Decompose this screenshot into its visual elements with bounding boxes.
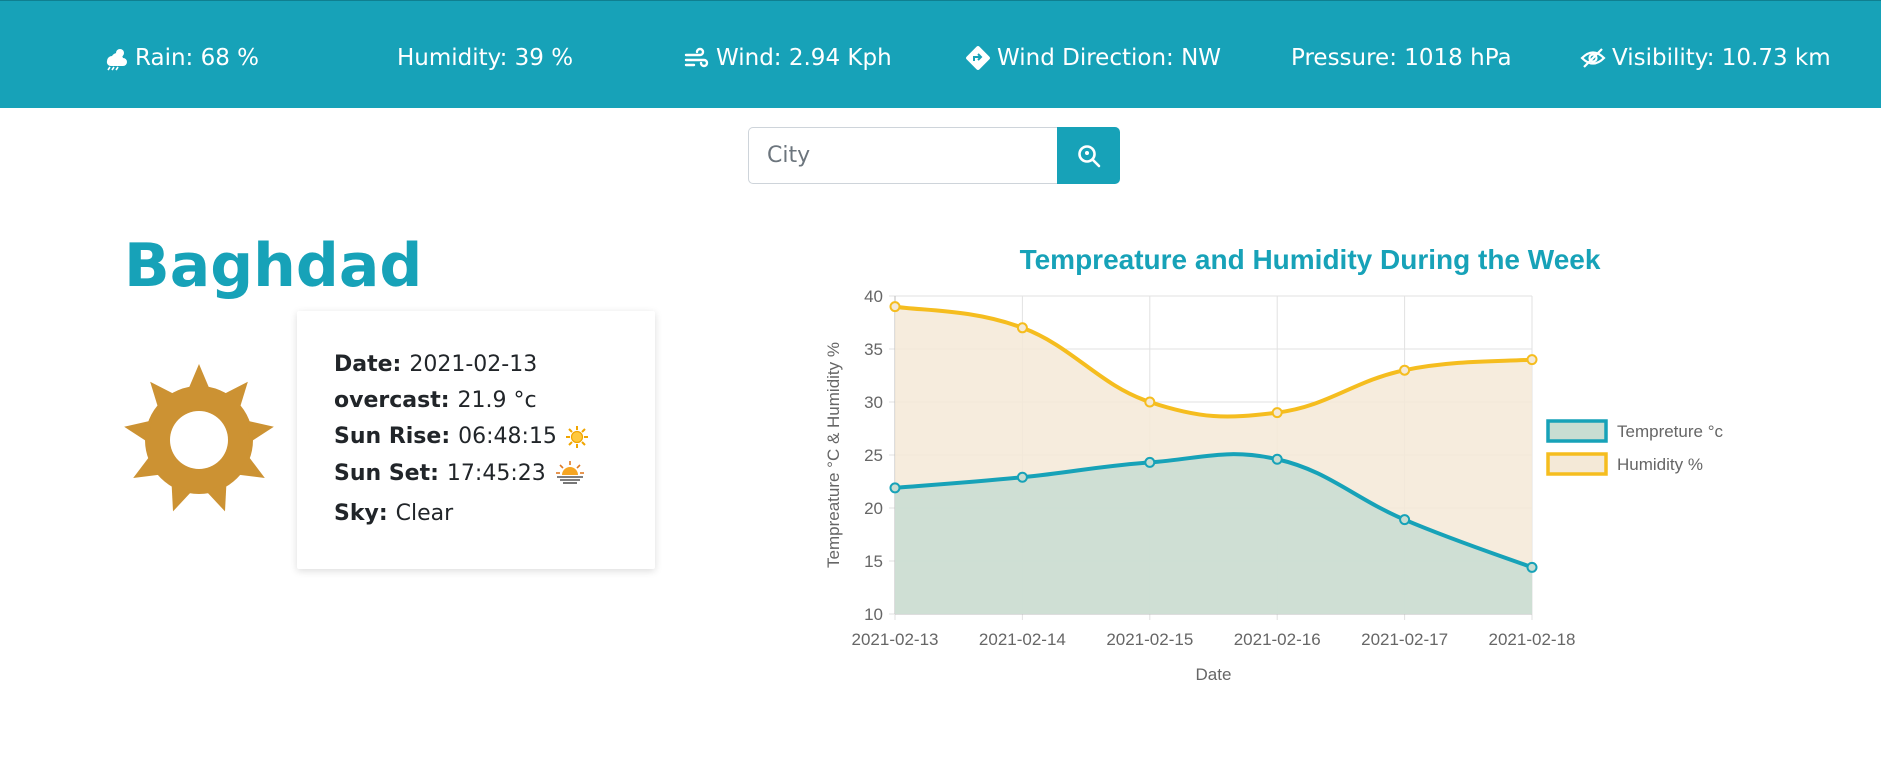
cloud-rain-icon bbox=[103, 45, 129, 71]
y-tick-label: 20 bbox=[864, 499, 883, 518]
weather-details-card: Date: 2021-02-13 overcast: 21.9 °c Sun R… bbox=[297, 311, 655, 569]
y-tick-label: 25 bbox=[864, 446, 883, 465]
x-tick-label: 2021-02-17 bbox=[1361, 630, 1448, 649]
sunrise-label: Sun Rise: bbox=[334, 424, 451, 449]
city-search-input[interactable] bbox=[748, 127, 1057, 184]
overcast-row: overcast: 21.9 °c bbox=[334, 388, 537, 413]
y-axis-label: Tempreature °C & Humidity % bbox=[824, 342, 843, 568]
legend-swatch bbox=[1546, 419, 1608, 443]
eye-slash-icon bbox=[1580, 45, 1606, 71]
visibility-stat: Visibility: 10.73 km bbox=[1580, 41, 1831, 75]
city-search bbox=[748, 127, 1120, 184]
y-tick-label: 30 bbox=[864, 393, 883, 412]
wind-direction-stat: Wind Direction: NW bbox=[965, 41, 1221, 75]
x-tick-label: 2021-02-18 bbox=[1489, 630, 1576, 649]
data-point bbox=[889, 482, 901, 494]
sunrise-value: 06:48:15 bbox=[458, 424, 557, 449]
visibility-value: Visibility: 10.73 km bbox=[1612, 45, 1831, 71]
y-tick-label: 15 bbox=[864, 552, 883, 571]
x-tick-label: 2021-02-16 bbox=[1234, 630, 1321, 649]
y-tick-label: 35 bbox=[864, 340, 883, 359]
wind-value: Wind: 2.94 Kph bbox=[716, 45, 892, 71]
direction-sign-icon bbox=[965, 45, 991, 71]
wind-stat: Wind: 2.94 Kph bbox=[684, 41, 892, 75]
overcast-label: overcast: bbox=[334, 388, 450, 413]
data-point bbox=[1144, 396, 1156, 408]
date-row: Date: 2021-02-13 bbox=[334, 352, 537, 377]
sky-row: Sky: Clear bbox=[334, 501, 453, 526]
data-point bbox=[1144, 456, 1156, 468]
temperature-humidity-chart: Tempreature and Humidity During the Week… bbox=[800, 230, 1760, 700]
sunset-icon bbox=[554, 460, 586, 486]
x-tick-label: 2021-02-15 bbox=[1106, 630, 1193, 649]
sunset-row: Sun Set: 17:45:23 bbox=[334, 460, 586, 486]
overcast-value: 21.9 °c bbox=[457, 388, 537, 413]
data-point bbox=[1526, 354, 1538, 366]
data-point bbox=[1016, 322, 1028, 334]
rain-stat: Rain: 68 % bbox=[103, 41, 259, 75]
x-axis-label: Date bbox=[1196, 665, 1232, 684]
sky-value: Clear bbox=[395, 501, 454, 526]
sunrise-row: Sun Rise: 06:48:15 bbox=[334, 424, 589, 449]
data-point bbox=[1271, 407, 1283, 419]
data-point bbox=[1399, 514, 1411, 526]
data-point bbox=[889, 301, 901, 313]
small-sun-icon bbox=[565, 425, 589, 449]
pressure-value: Pressure: 1018 hPa bbox=[1291, 45, 1512, 71]
data-point bbox=[1271, 453, 1283, 465]
date-value: 2021-02-13 bbox=[409, 352, 538, 377]
sunset-value: 17:45:23 bbox=[446, 460, 546, 486]
humidity-value: Humidity: 39 % bbox=[397, 45, 574, 71]
sun-icon bbox=[123, 364, 275, 520]
y-tick-label: 10 bbox=[864, 605, 883, 624]
rain-value: Rain: 68 % bbox=[135, 45, 260, 71]
sky-label: Sky: bbox=[334, 501, 388, 526]
date-label: Date: bbox=[334, 352, 402, 377]
weather-stats-bar: Rain: 68 % Humidity: 39 % Wind: 2.94 Kph… bbox=[0, 0, 1881, 108]
wind-direction-value: Wind Direction: NW bbox=[997, 45, 1222, 71]
x-tick-label: 2021-02-14 bbox=[979, 630, 1066, 649]
x-tick-label: 2021-02-13 bbox=[852, 630, 939, 649]
chart-title: Tempreature and Humidity During the Week bbox=[1019, 244, 1601, 275]
legend-label: Tempreture °c bbox=[1617, 422, 1724, 441]
legend-label: Humidity % bbox=[1617, 455, 1703, 474]
data-point bbox=[1399, 364, 1411, 376]
city-name: Baghdad bbox=[124, 231, 423, 301]
wind-icon bbox=[684, 45, 710, 71]
y-tick-label: 40 bbox=[864, 287, 883, 306]
legend-swatch bbox=[1546, 452, 1608, 476]
chart-canvas: 10 15 20 25 30 35 40 2021-02-13 2021-02-14 2021-0… bbox=[824, 287, 1724, 684]
humidity-stat: Humidity: 39 % bbox=[397, 41, 573, 75]
pressure-stat: Pressure: 1018 hPa bbox=[1291, 41, 1512, 75]
sunset-label: Sun Set: bbox=[334, 460, 439, 486]
search-button[interactable] bbox=[1057, 127, 1120, 184]
search-location-icon bbox=[1077, 144, 1100, 167]
data-point bbox=[1526, 561, 1538, 573]
data-point bbox=[1016, 471, 1028, 483]
